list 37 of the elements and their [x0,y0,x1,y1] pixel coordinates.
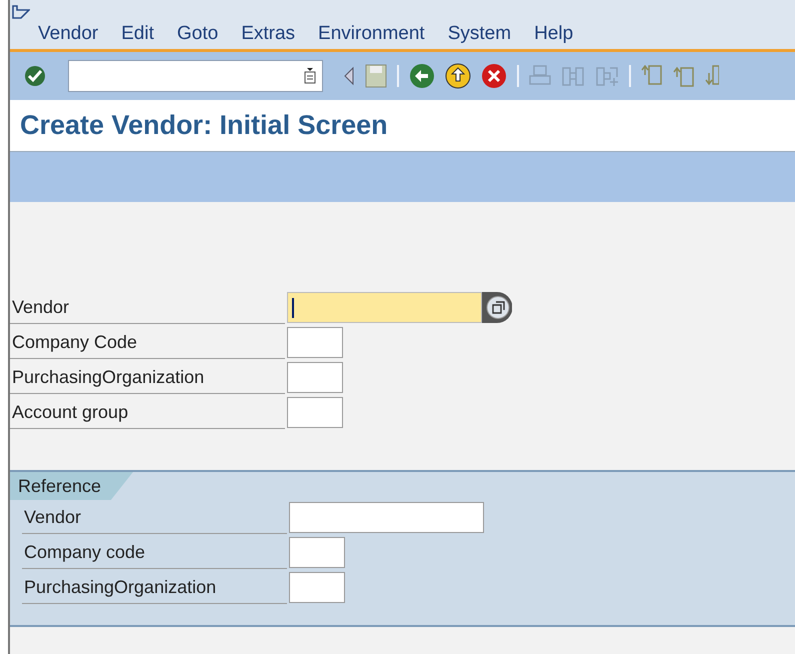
command-field[interactable] [68,60,323,92]
first-page-icon[interactable] [641,65,663,87]
group-title: Reference [10,472,134,500]
field-label: PurchasingOrganization [22,571,287,604]
input-field[interactable] [287,397,343,428]
field-label: Account group [10,396,285,429]
input-field[interactable] [289,572,345,603]
cross-icon[interactable] [481,63,507,89]
next-page-icon[interactable] [705,65,719,87]
field-label: PurchasingOrganization [10,361,285,394]
menu-item[interactable]: Extras [241,20,296,49]
menu-item[interactable]: Vendor [38,20,98,49]
menu-item[interactable]: Environment [318,20,425,49]
field-label: Vendor [10,291,285,324]
binoculars-icon[interactable] [561,65,585,87]
field-label: Company code [22,536,287,569]
arrow-up-icon[interactable] [445,63,471,89]
triangle-left-icon[interactable] [343,66,355,86]
input-field[interactable] [289,502,484,533]
menu-item[interactable]: Edit [121,20,154,49]
binoculars-plus-icon[interactable] [595,65,619,87]
input-field[interactable] [287,292,482,323]
screen-title: Create Vendor: Initial Screen [20,109,388,142]
menu-item[interactable]: Help [534,20,574,49]
input-field[interactable] [287,327,343,358]
printer-icon[interactable] [529,65,551,87]
list-icon[interactable] [304,68,316,84]
input-field[interactable] [289,537,345,568]
check-icon[interactable] [24,65,46,87]
previous-page-icon[interactable] [673,65,695,87]
field-label: Company Code [10,326,285,359]
field-label: Vendor [22,501,287,534]
arrow-left-icon[interactable] [409,63,435,89]
value-help-icon[interactable] [482,292,512,323]
menu-item[interactable]: Goto [176,20,218,49]
input-field[interactable] [287,362,343,393]
menu-item[interactable]: System [448,20,512,49]
